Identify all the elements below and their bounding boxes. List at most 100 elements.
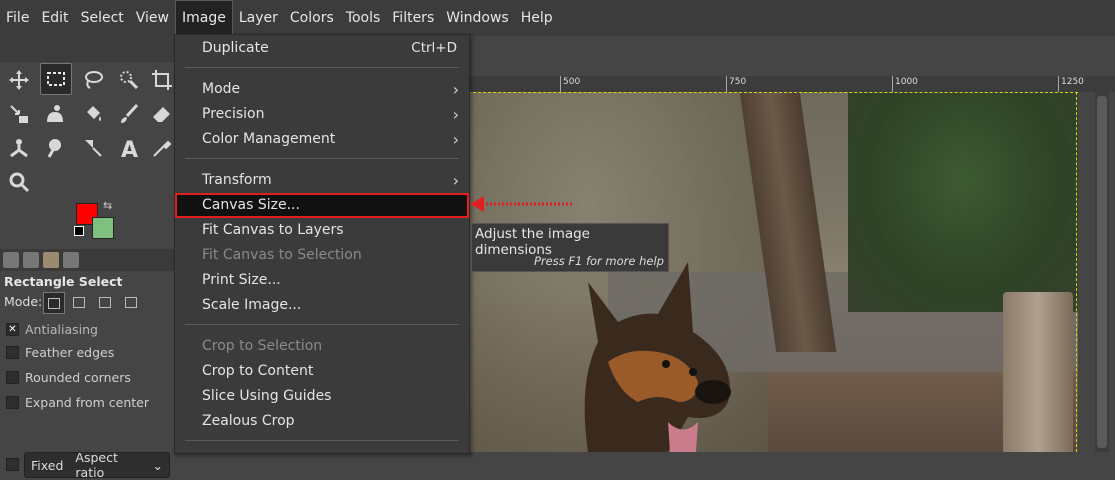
- zoom-icon[interactable]: [4, 167, 34, 197]
- menu-color-management[interactable]: Color Management ›: [175, 127, 469, 152]
- image-canvas[interactable]: [468, 92, 1078, 452]
- svg-text:A: A: [121, 138, 138, 160]
- mode-subtract-button[interactable]: [95, 292, 115, 312]
- path-icon[interactable]: [40, 133, 70, 163]
- antialiasing-option[interactable]: ✕ Antialiasing: [6, 322, 98, 337]
- zealous-crop-label: Zealous Crop: [202, 413, 295, 429]
- chevron-down-icon: ⌄: [152, 457, 163, 473]
- wilber-banner: [0, 36, 174, 62]
- canvas-size-label: Canvas Size...: [202, 197, 300, 213]
- menu-crop-to-content[interactable]: Crop to Content: [175, 359, 469, 384]
- menubar: File Edit Select View Image Layer Colors…: [0, 0, 1115, 36]
- menu-edit[interactable]: Edit: [35, 0, 74, 36]
- image-menu-dropdown: Duplicate Ctrl+D Mode › Precision › Colo…: [174, 34, 470, 454]
- fixed-aspect-dropdown[interactable]: Fixed Aspect ratio ⌄: [24, 450, 170, 480]
- scrollbar-thumb[interactable]: [1097, 96, 1107, 448]
- menu-windows[interactable]: Windows: [440, 0, 515, 36]
- clone-icon[interactable]: [4, 133, 34, 163]
- tool-options-tab[interactable]: [3, 252, 19, 268]
- menu-fit-canvas-to-layers[interactable]: Fit Canvas to Layers: [175, 218, 469, 243]
- menu-separator: [185, 324, 459, 325]
- mode-replace-button[interactable]: [43, 292, 65, 314]
- arrow-annotation-icon: [470, 196, 572, 212]
- rect-select-icon[interactable]: [40, 63, 72, 95]
- menu-colors[interactable]: Colors: [284, 0, 340, 36]
- fixed-checkbox-wrap[interactable]: [6, 458, 19, 471]
- menu-image[interactable]: Image: [175, 0, 233, 36]
- feather-edges-checkbox[interactable]: [6, 346, 19, 359]
- mode-intersect-button[interactable]: [121, 292, 141, 312]
- submenu-arrow-icon: ›: [452, 80, 459, 99]
- submenu-arrow-icon: ›: [452, 105, 459, 124]
- menu-precision[interactable]: Precision ›: [175, 102, 469, 127]
- menu-select[interactable]: Select: [75, 0, 130, 36]
- print-size-label: Print Size...: [202, 272, 281, 288]
- reset-colors-icon[interactable]: [74, 226, 84, 236]
- mode-add-button[interactable]: [69, 292, 89, 312]
- paintbrush-icon[interactable]: [114, 99, 144, 129]
- menu-duplicate[interactable]: Duplicate Ctrl+D: [175, 36, 469, 61]
- undo-history-tab[interactable]: [23, 252, 39, 268]
- fixed-checkbox[interactable]: [6, 458, 19, 471]
- toolbox: A ⇆ Rectangle Select Mode: ✕ Antialiasin…: [0, 36, 174, 480]
- tooltip-help: Press F1 for more help: [534, 254, 664, 268]
- menu-tools[interactable]: Tools: [340, 0, 387, 36]
- bucket-icon[interactable]: [78, 99, 108, 129]
- menu-crop-to-selection: Crop to Selection: [175, 334, 469, 359]
- rounded-corners-label: Rounded corners: [25, 370, 131, 385]
- menu-mode[interactable]: Mode ›: [175, 77, 469, 102]
- fixed-value: Aspect ratio: [75, 450, 118, 480]
- dock-tabs: [0, 249, 174, 271]
- mode-label: Mode:: [4, 294, 43, 309]
- menu-view[interactable]: View: [130, 0, 175, 36]
- canvas-size-tooltip: Adjust the image dimensions Press F1 for…: [471, 223, 669, 272]
- feather-edges-option[interactable]: Feather edges: [6, 345, 114, 360]
- smudge-icon[interactable]: [40, 99, 70, 129]
- feather-edges-label: Feather edges: [25, 345, 115, 360]
- menu-layer[interactable]: Layer: [233, 0, 284, 36]
- duplicate-shortcut: Ctrl+D: [411, 40, 457, 56]
- color-management-label: Color Management: [202, 131, 336, 147]
- crop-to-selection-label: Crop to Selection: [202, 338, 323, 354]
- fit-canvas-to-layers-label: Fit Canvas to Layers: [202, 222, 344, 238]
- expand-from-center-option[interactable]: Expand from center: [6, 395, 149, 410]
- lasso-icon[interactable]: [78, 65, 108, 95]
- swap-colors-icon[interactable]: ⇆: [103, 199, 112, 212]
- menu-slice-using-guides[interactable]: Slice Using Guides: [175, 384, 469, 409]
- warp-icon[interactable]: [4, 99, 34, 129]
- menu-help[interactable]: Help: [515, 0, 559, 36]
- images-tab[interactable]: [43, 252, 59, 268]
- menu-scale-image[interactable]: Scale Image...: [175, 293, 469, 318]
- menu-print-size[interactable]: Print Size...: [175, 268, 469, 293]
- antialiasing-checkbox[interactable]: ✕: [6, 323, 19, 336]
- rounded-corners-checkbox[interactable]: [6, 371, 19, 384]
- crop-icon[interactable]: [150, 65, 174, 95]
- background-color-swatch[interactable]: [92, 217, 114, 239]
- canvas-boundary-right: [1076, 92, 1077, 452]
- ruler-tick: 1000: [892, 76, 918, 92]
- canvas-boundary-top: [468, 92, 1078, 93]
- ruler-tick: 750: [726, 76, 746, 92]
- color-picker-icon[interactable]: [150, 133, 174, 163]
- menu-transform[interactable]: Transform ›: [175, 168, 469, 193]
- vertical-scrollbar[interactable]: [1095, 92, 1109, 452]
- expand-from-center-checkbox[interactable]: [6, 396, 19, 409]
- menu-zealous-crop[interactable]: Zealous Crop: [175, 409, 469, 434]
- menu-canvas-size[interactable]: Canvas Size...: [175, 193, 469, 218]
- dog-image: [584, 262, 731, 452]
- text-icon[interactable]: A: [114, 133, 144, 163]
- move-icon[interactable]: [4, 65, 34, 95]
- ruler-tick: 500: [560, 76, 580, 92]
- expand-from-center-label: Expand from center: [25, 395, 149, 410]
- menu-filters[interactable]: Filters: [386, 0, 440, 36]
- menu-file[interactable]: File: [0, 0, 35, 36]
- device-status-tab[interactable]: [63, 252, 79, 268]
- transform-label: Transform: [202, 172, 272, 188]
- rounded-corners-option[interactable]: Rounded corners: [6, 370, 131, 385]
- eraser-icon[interactable]: [150, 99, 174, 129]
- pen-icon[interactable]: [78, 133, 108, 163]
- duplicate-label: Duplicate: [202, 40, 269, 56]
- fixed-label: Fixed: [31, 457, 64, 473]
- crop-to-content-label: Crop to Content: [202, 363, 314, 379]
- fuzzy-select-icon[interactable]: [114, 65, 144, 95]
